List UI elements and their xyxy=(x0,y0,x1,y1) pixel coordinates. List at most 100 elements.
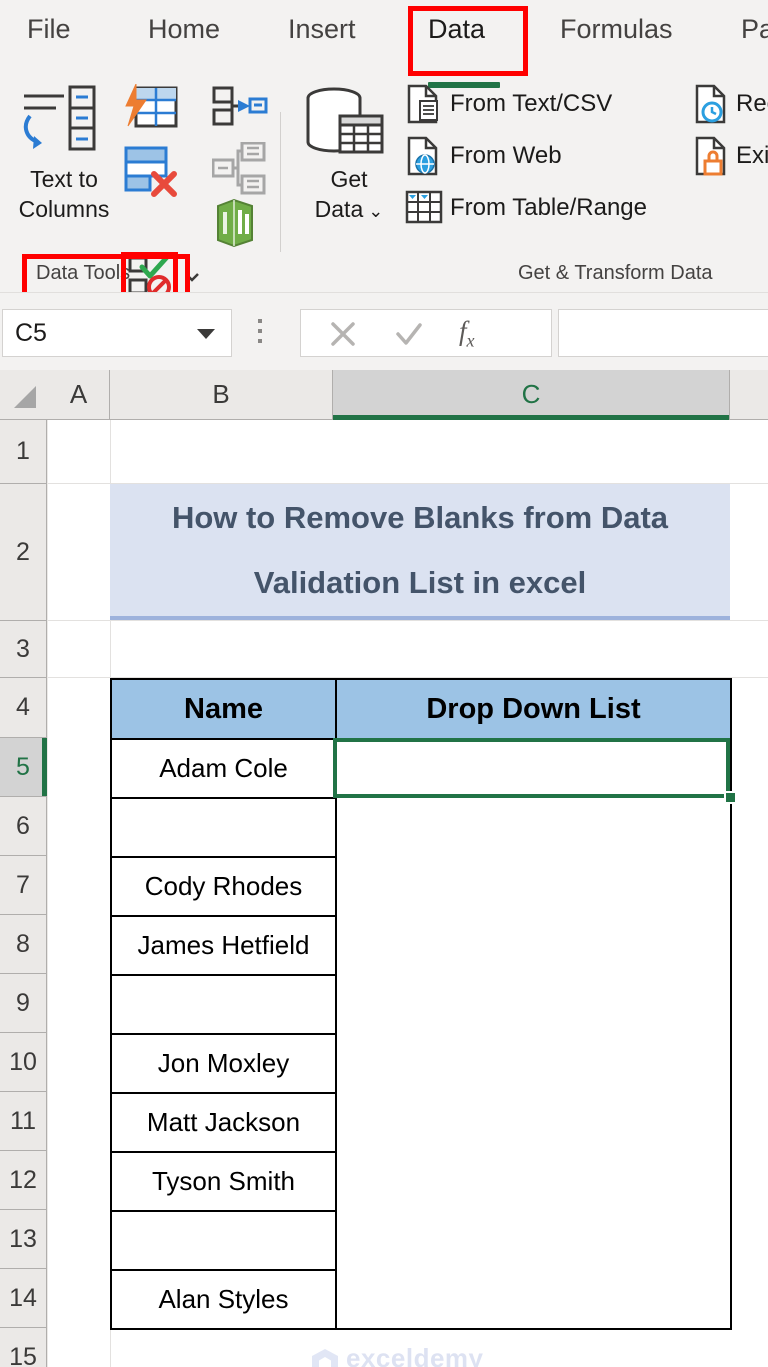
tab-page-layout-label: Pa xyxy=(741,14,768,44)
cell-b8[interactable]: James Hetfield xyxy=(110,915,337,976)
tab-insert[interactable]: Insert xyxy=(288,14,356,58)
ribbon-body: Text to Columns Data Tools Get Data ⌄ Fr… xyxy=(0,72,768,292)
formula-bar-area: C5 fx xyxy=(0,292,768,371)
row-header-10[interactable]: 10 xyxy=(0,1033,47,1092)
from-table-range-icon[interactable] xyxy=(404,188,444,233)
row-header-4[interactable]: 4 xyxy=(0,678,47,738)
formula-input[interactable] xyxy=(558,309,768,357)
tab-file-label: File xyxy=(27,14,71,44)
row-header-6[interactable]: 6 xyxy=(0,797,47,856)
gridline xyxy=(48,620,768,621)
data-table: Name Drop Down List Adam Cole Cody Rhode… xyxy=(110,678,732,1330)
exceldemy-brand-text: exceldemy xyxy=(346,1343,484,1367)
ribbon-tab-strip: File Home Insert Data Formulas Pa xyxy=(0,0,768,88)
text-to-columns-line1: Text to xyxy=(30,166,98,192)
name-box-value: C5 xyxy=(15,319,47,347)
column-header-a[interactable]: A xyxy=(48,370,110,419)
row-header-7[interactable]: 7 xyxy=(0,856,47,915)
cell-b14[interactable]: Alan Styles xyxy=(110,1269,337,1330)
tab-home[interactable]: Home xyxy=(148,14,220,58)
sheet-title-cell[interactable]: How to Remove Blanks from Data Validatio… xyxy=(110,484,730,620)
insert-function-icon[interactable]: fx xyxy=(459,316,475,351)
consolidate-icon[interactable] xyxy=(212,86,268,135)
cell-c5-merged-dropdown-area[interactable] xyxy=(335,738,732,1330)
formula-bar-buttons: fx xyxy=(300,309,552,357)
exceldemy-watermark: exceldemy EXCEL · DATA · BI xyxy=(310,1345,483,1367)
row-header-13[interactable]: 13 xyxy=(0,1210,47,1269)
recent-sources-icon[interactable] xyxy=(694,84,730,129)
manage-data-model-icon[interactable] xyxy=(214,198,260,253)
get-data-line1: Get xyxy=(330,166,368,192)
text-to-columns-label: Text to Columns xyxy=(0,164,128,224)
tab-data-label: Data xyxy=(428,14,486,44)
from-text-csv-icon[interactable] xyxy=(406,84,442,129)
table-header-row: Name Drop Down List xyxy=(110,678,732,740)
get-data-icon[interactable] xyxy=(302,86,388,167)
row-header-column: 1 2 3 4 5 6 7 8 9 10 11 12 13 14 15 xyxy=(0,420,48,1367)
from-web-label[interactable]: From Web xyxy=(450,142,562,170)
data-validation-chevron-down-icon[interactable] xyxy=(184,270,200,288)
ribbon: File Home Insert Data Formulas Pa Text t… xyxy=(0,0,768,292)
text-to-columns-icon[interactable] xyxy=(16,82,100,163)
from-table-range-label[interactable]: From Table/Range xyxy=(450,194,647,222)
row-header-9[interactable]: 9 xyxy=(0,974,47,1033)
row-header-11[interactable]: 11 xyxy=(0,1092,47,1151)
data-validation-icon[interactable] xyxy=(128,253,174,292)
enter-icon[interactable] xyxy=(393,318,425,355)
from-text-csv-label[interactable]: From Text/CSV xyxy=(450,90,612,118)
formula-bar-grip-handle[interactable] xyxy=(258,319,262,347)
table-row[interactable]: Adam Cole xyxy=(110,738,732,1330)
cell-b10[interactable]: Jon Moxley xyxy=(110,1033,337,1094)
existing-connections-label[interactable]: Exi xyxy=(736,142,768,170)
row-header-2[interactable]: 2 xyxy=(0,484,47,621)
row-header-3[interactable]: 3 xyxy=(0,621,47,678)
cell-b13[interactable] xyxy=(110,1210,337,1271)
worksheet-grid: A B C 1 2 3 4 5 6 7 8 9 10 11 12 13 14 1… xyxy=(0,370,768,1367)
ribbon-group-separator xyxy=(280,112,281,252)
relationships-icon[interactable] xyxy=(211,141,268,201)
row-header-5[interactable]: 5 xyxy=(0,738,47,797)
flash-fill-icon[interactable] xyxy=(122,83,180,139)
tab-home-label: Home xyxy=(148,14,221,44)
text-to-columns-line2: Columns xyxy=(18,196,110,222)
sheet-canvas[interactable]: How to Remove Blanks from Data Validatio… xyxy=(48,420,768,1367)
exceldemy-cube-logo-icon xyxy=(310,1347,340,1367)
column-header-c[interactable]: C xyxy=(333,370,730,420)
tab-insert-label: Insert xyxy=(288,14,356,44)
column-header-b[interactable]: B xyxy=(110,370,333,419)
tab-data[interactable]: Data xyxy=(428,14,485,58)
column-header-d-partial[interactable] xyxy=(730,370,768,419)
row-header-12[interactable]: 12 xyxy=(0,1151,47,1210)
row-5-selection-accent xyxy=(42,738,47,796)
cancel-icon[interactable] xyxy=(327,318,359,355)
column-header-row: A B C xyxy=(0,370,768,420)
tab-page-layout[interactable]: Pa xyxy=(741,14,768,58)
select-all-corner-icon[interactable] xyxy=(14,386,36,408)
group-label-get-transform-data: Get & Transform Data xyxy=(518,262,713,284)
remove-duplicates-icon[interactable] xyxy=(122,146,180,203)
cell-b6[interactable] xyxy=(110,797,337,858)
tab-file[interactable]: File xyxy=(27,14,71,58)
get-data-label: Get Data ⌄ xyxy=(314,166,384,222)
name-box[interactable]: C5 xyxy=(2,309,232,357)
tab-formulas[interactable]: Formulas xyxy=(560,14,673,58)
cell-b5[interactable]: Adam Cole xyxy=(110,738,337,799)
fill-handle[interactable] xyxy=(724,791,737,804)
cell-b9[interactable] xyxy=(110,974,337,1035)
name-box-dropdown-arrow-icon[interactable] xyxy=(197,329,215,339)
recent-sources-label[interactable]: Rec xyxy=(736,90,768,118)
table-header-drop-down-list: Drop Down List xyxy=(335,678,732,740)
cell-b11[interactable]: Matt Jackson xyxy=(110,1092,337,1153)
get-data-line2: Data xyxy=(314,196,364,222)
row-header-1[interactable]: 1 xyxy=(0,420,47,484)
cell-b7[interactable]: Cody Rhodes xyxy=(110,856,337,917)
tab-formulas-label: Formulas xyxy=(560,14,673,44)
from-web-icon[interactable] xyxy=(406,136,442,181)
existing-connections-icon[interactable] xyxy=(694,136,730,181)
row-header-15[interactable]: 15 xyxy=(0,1328,47,1367)
sheet-title-text: How to Remove Blanks from Data Validatio… xyxy=(171,500,669,600)
row-header-8[interactable]: 8 xyxy=(0,915,47,974)
group-label-data-tools: Data Tools xyxy=(36,262,131,284)
row-header-14[interactable]: 14 xyxy=(0,1269,47,1328)
cell-b12[interactable]: Tyson Smith xyxy=(110,1151,337,1212)
